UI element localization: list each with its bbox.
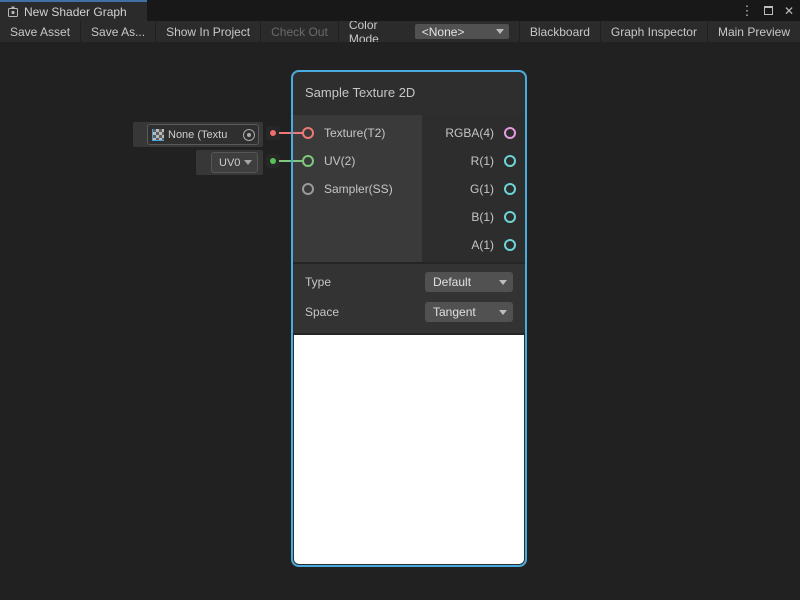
uv-channel-dropdown[interactable]: UV0 — [211, 152, 258, 173]
input-port-uv: UV(2) — [291, 147, 422, 175]
color-mode-label: Color Mode — [339, 21, 415, 42]
texture-port-icon[interactable] — [302, 127, 314, 139]
chevron-down-icon — [496, 29, 504, 34]
type-control-row: Type Default — [291, 267, 527, 297]
space-label: Space — [305, 305, 339, 319]
port-label: R(1) — [471, 154, 494, 168]
output-port-a: A(1) — [422, 231, 527, 259]
tab-title: New Shader Graph — [24, 5, 127, 19]
input-port-sampler: Sampler(SS) — [291, 175, 422, 203]
texture-edge-stub[interactable] — [266, 126, 280, 140]
graph-inspector-toggle-button[interactable]: Graph Inspector — [600, 21, 707, 42]
uv-channel-value: UV0 — [219, 157, 240, 169]
output-port-r: R(1) — [422, 147, 527, 175]
b-port-icon[interactable] — [504, 211, 516, 223]
chevron-down-icon — [244, 160, 252, 165]
sample-texture-2d-node[interactable]: Sample Texture 2D Texture(T2) UV(2) Samp… — [291, 70, 527, 567]
chevron-down-icon — [499, 310, 507, 315]
node-controls: Type Default Space Tangent — [291, 264, 527, 333]
texture2d-icon — [152, 129, 164, 141]
node-ports: Texture(T2) UV(2) Sampler(SS) RGBA(4) — [291, 115, 527, 262]
tab-new-shader-graph[interactable]: New Shader Graph — [0, 0, 147, 21]
space-value: Tangent — [433, 305, 476, 319]
sampler-port-icon[interactable] — [302, 183, 314, 195]
blackboard-toggle-button[interactable]: Blackboard — [519, 21, 600, 42]
chevron-down-icon — [499, 280, 507, 285]
texture-object-field[interactable]: None (Textu — [147, 124, 259, 145]
color-mode-value: <None> — [422, 25, 465, 39]
node-title[interactable]: Sample Texture 2D — [291, 70, 527, 115]
tab-bar: New Shader Graph ⋮ ✕ — [0, 0, 800, 21]
port-label: G(1) — [470, 182, 494, 196]
texture-object-value: None (Textu — [168, 129, 239, 141]
space-dropdown[interactable]: Tangent — [425, 302, 513, 322]
save-asset-button[interactable]: Save Asset — [0, 21, 81, 42]
show-in-project-button[interactable]: Show In Project — [156, 21, 261, 42]
g-port-icon[interactable] — [504, 183, 516, 195]
object-picker-icon[interactable] — [243, 129, 255, 141]
output-port-rgba: RGBA(4) — [422, 119, 527, 147]
window-controls: ⋮ ✕ — [740, 0, 796, 21]
node-preview-image — [294, 335, 524, 564]
window-menu-icon[interactable]: ⋮ — [740, 4, 754, 18]
input-ports-column: Texture(T2) UV(2) Sampler(SS) — [291, 115, 422, 262]
port-label: A(1) — [471, 238, 494, 252]
main-preview-toggle-button[interactable]: Main Preview — [707, 21, 800, 42]
r-port-icon[interactable] — [504, 155, 516, 167]
type-label: Type — [305, 275, 331, 289]
shader-graph-icon — [7, 6, 19, 18]
uv-wire — [279, 160, 303, 162]
a-port-icon[interactable] — [504, 239, 516, 251]
close-icon[interactable]: ✕ — [782, 4, 796, 18]
graph-toolbar: Save Asset Save As... Show In Project Ch… — [0, 21, 800, 42]
space-control-row: Space Tangent — [291, 297, 527, 327]
color-mode-dropdown[interactable]: <None> — [415, 24, 509, 39]
type-dropdown[interactable]: Default — [425, 272, 513, 292]
check-out-button: Check Out — [261, 21, 339, 42]
rgba-port-icon[interactable] — [504, 127, 516, 139]
output-ports-column: RGBA(4) R(1) G(1) B(1) — [422, 115, 527, 262]
port-label: RGBA(4) — [445, 126, 494, 140]
uv-port-icon[interactable] — [302, 155, 314, 167]
save-as-button[interactable]: Save As... — [81, 21, 156, 42]
port-label: Texture(T2) — [324, 126, 385, 140]
texture-stub-dot — [270, 130, 276, 136]
port-label: B(1) — [471, 210, 494, 224]
node-preview-section — [291, 335, 527, 567]
graph-canvas[interactable]: None (Textu UV0 Sample Texture 2D — [0, 42, 800, 600]
input-port-texture: Texture(T2) — [291, 119, 422, 147]
texture-wire — [279, 132, 303, 134]
type-value: Default — [433, 275, 471, 289]
port-label: UV(2) — [324, 154, 355, 168]
output-port-b: B(1) — [422, 203, 527, 231]
uv-edge-stub[interactable] — [266, 154, 280, 168]
uv-stub-dot — [270, 158, 276, 164]
output-port-g: G(1) — [422, 175, 527, 203]
shader-graph-window: New Shader Graph ⋮ ✕ Save Asset Save As.… — [0, 0, 800, 600]
port-label: Sampler(SS) — [324, 182, 393, 196]
maximize-icon[interactable] — [761, 4, 775, 18]
